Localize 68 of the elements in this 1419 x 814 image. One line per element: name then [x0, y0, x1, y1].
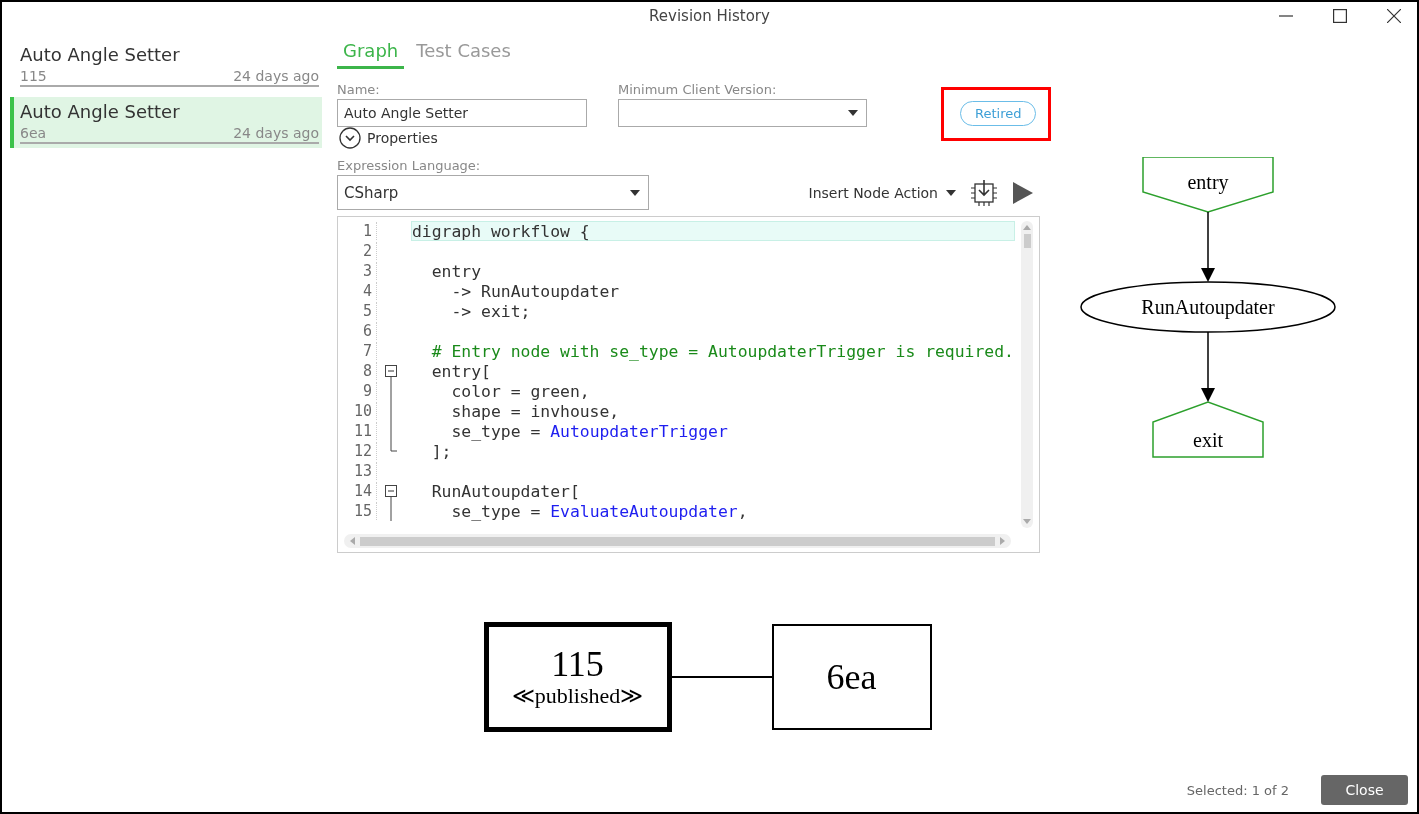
name-field[interactable]: Auto Angle Setter	[337, 99, 587, 127]
code-line: -> exit;	[450, 301, 532, 321]
line-number: 9	[338, 382, 377, 400]
revision-item[interactable]: Auto Angle Setter 115 24 days ago	[10, 40, 322, 91]
client-version-dropdown[interactable]	[618, 99, 867, 127]
code-line: entry[	[430, 361, 492, 381]
code-line: -> RunAutoupdater	[450, 281, 621, 301]
revision-name: Auto Angle Setter	[20, 44, 180, 65]
graph-node: RunAutoupdater	[1079, 281, 1336, 333]
code-line: RunAutoupdater[	[430, 481, 581, 501]
scroll-up-icon[interactable]	[1022, 223, 1032, 231]
line-number: 15	[338, 502, 377, 520]
line-number: 8	[338, 362, 377, 380]
language-dropdown[interactable]: CSharp	[337, 175, 649, 210]
close-icon[interactable]	[1387, 9, 1401, 23]
vertical-scrollbar[interactable]	[1021, 221, 1033, 528]
selection-count: Selected: 1 of 2	[1186, 782, 1289, 798]
revision-item[interactable]: Auto Angle Setter 6ea 24 days ago	[10, 97, 322, 148]
field-label: Expression Language:	[337, 158, 482, 173]
scroll-right-icon[interactable]	[999, 536, 1007, 546]
graph-edge	[1200, 331, 1215, 402]
chip-download-icon[interactable]	[970, 178, 998, 207]
code-line: se_type = AutoupdaterTrigger	[450, 421, 729, 441]
scroll-down-icon[interactable]	[1022, 518, 1032, 526]
line-number: 5	[338, 302, 377, 320]
graph-node: entry	[1141, 157, 1274, 213]
revision-age: 24 days ago	[233, 125, 319, 141]
code-line: entry	[430, 261, 483, 281]
field-label: Minimum Client Version:	[618, 82, 778, 97]
graph-edge	[1200, 211, 1215, 282]
code-line: se_type = EvaluateAutoupdater,	[450, 501, 749, 521]
line-number: 14	[338, 482, 377, 500]
line-number: 10	[338, 402, 377, 420]
line-number: 12	[338, 442, 377, 460]
revision-id: 6ea	[20, 125, 47, 141]
properties-toggle[interactable]: Properties	[339, 127, 438, 149]
revision-id: 115	[20, 68, 47, 84]
code-editor[interactable]	[337, 216, 1040, 553]
version-node: 6ea	[771, 624, 932, 730]
line-number: 1	[338, 222, 377, 240]
code-line: color = green,	[450, 381, 591, 401]
maximize-icon[interactable]	[1333, 9, 1347, 23]
field-label: Name:	[337, 82, 381, 97]
insert-node-action-dropdown[interactable]: Insert Node Action	[808, 184, 956, 201]
run-icon[interactable]	[1012, 180, 1034, 205]
version-node: 115 ≪published≫	[483, 622, 672, 732]
line-number: 6	[338, 322, 377, 340]
line-number: 2	[338, 242, 377, 260]
fold-end-line	[390, 441, 397, 452]
close-button[interactable]: Close	[1321, 775, 1408, 805]
scroll-thumb[interactable]	[1023, 234, 1031, 248]
window-title: Revision History	[649, 7, 770, 25]
scroll-thumb[interactable]	[360, 536, 995, 546]
chevron-down-icon[interactable]	[339, 127, 361, 149]
code-line: # Entry node with se_type = AutoupdaterTrigger is required.	[430, 341, 1015, 361]
code-line: ];	[430, 441, 453, 461]
fold-guide-line	[390, 501, 392, 521]
line-number: 4	[338, 282, 377, 300]
graph-node: exit	[1151, 401, 1264, 458]
line-number: 11	[338, 422, 377, 440]
line-number: 7	[338, 342, 377, 360]
line-number: 13	[338, 462, 377, 480]
code-line: shape = invhouse,	[450, 401, 621, 421]
revision-age: 24 days ago	[233, 68, 319, 84]
revision-name: Auto Angle Setter	[20, 101, 180, 122]
scroll-left-icon[interactable]	[348, 536, 356, 546]
horizontal-scrollbar[interactable]	[344, 534, 1011, 548]
line-number: 3	[338, 262, 377, 280]
